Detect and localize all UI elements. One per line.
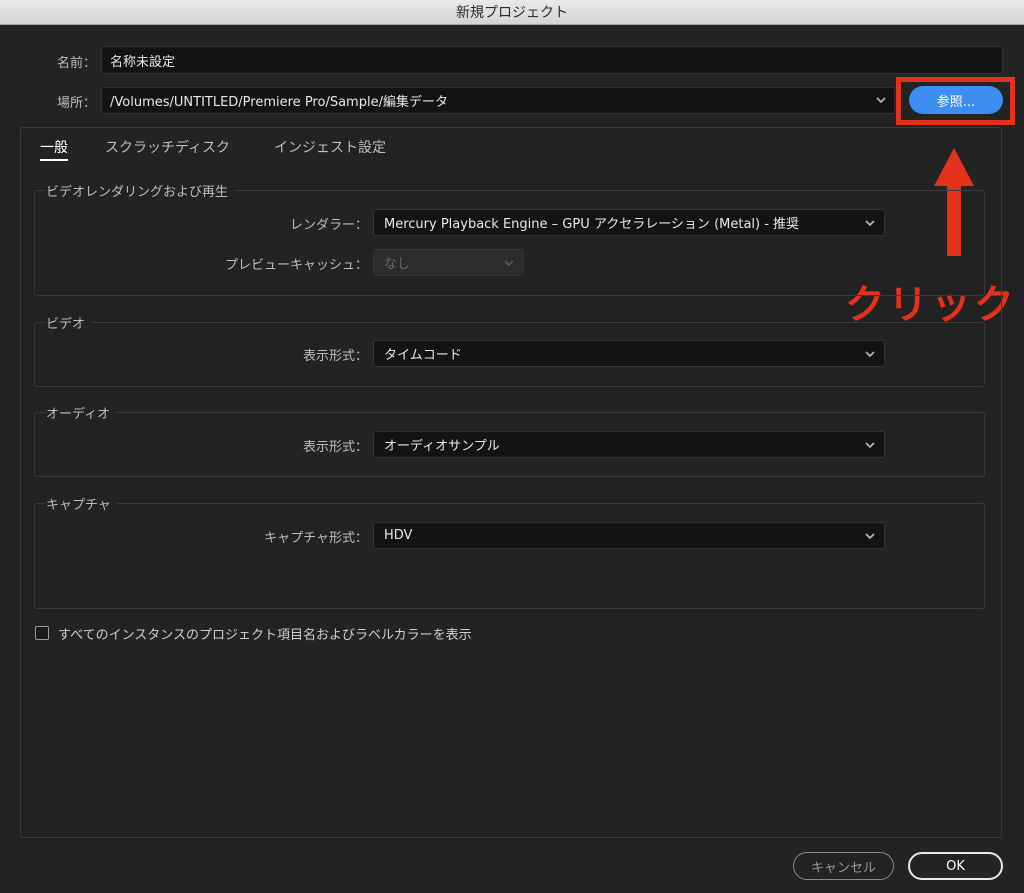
chevron-down-icon <box>865 350 875 357</box>
cancel-button-label: キャンセル <box>810 860 876 876</box>
browse-button[interactable]: 参照... <box>909 86 1003 114</box>
group-capture <box>34 503 985 609</box>
group-audio-title: オーディオ <box>46 403 117 422</box>
chevron-down-icon <box>865 532 875 539</box>
group-video-title: ビデオ <box>46 313 92 332</box>
cancel-button[interactable]: キャンセル <box>793 852 894 880</box>
browse-button-label: 参照... <box>936 94 976 110</box>
chevron-down-icon <box>865 441 875 448</box>
video-display-format-select[interactable]: タイムコード <box>373 340 885 367</box>
show-labels-label[interactable]: すべてのインスタンスのプロジェクト項目名およびラベルカラーを表示 <box>58 624 472 643</box>
audio-display-format-select[interactable]: オーディオサンプル <box>373 431 885 458</box>
capture-format-value: HDV <box>384 528 413 543</box>
video-display-format-label: 表示形式： <box>302 349 368 364</box>
active-tab-indicator <box>40 159 68 161</box>
group-render <box>34 190 985 296</box>
location-select[interactable]: /Volumes/UNTITLED/Premiere Pro/Sample/編集… <box>101 87 895 114</box>
renderer-value: Mercury Playback Engine – GPU アクセラレーション … <box>384 217 800 232</box>
tab-general[interactable]: 一般 <box>40 137 68 157</box>
group-render-title: ビデオレンダリングおよび再生 <box>46 181 235 200</box>
project-name-value: 名称未設定 <box>110 54 176 70</box>
location-value: /Volumes/UNTITLED/Premiere Pro/Sample/編集… <box>110 95 448 110</box>
window-titlebar: 新規プロジェクト <box>0 0 1024 25</box>
chevron-down-icon <box>504 259 514 266</box>
location-label: 場所： <box>56 96 96 111</box>
chevron-down-icon <box>865 219 875 226</box>
name-label: 名前： <box>56 56 96 71</box>
group-capture-title: キャプチャ <box>46 494 117 513</box>
renderer-select[interactable]: Mercury Playback Engine – GPU アクセラレーション … <box>373 209 885 236</box>
chevron-down-icon[interactable] <box>875 94 887 106</box>
tab-scratch-disks[interactable]: スクラッチディスク <box>105 137 230 157</box>
preview-cache-select: なし <box>373 249 524 276</box>
audio-display-format-label: 表示形式： <box>302 440 368 455</box>
project-name-input[interactable]: 名称未設定 <box>101 46 1003 74</box>
ok-button-label: OK <box>946 858 965 874</box>
video-display-format-value: タイムコード <box>384 348 462 363</box>
window-title: 新規プロジェクト <box>456 5 568 21</box>
ok-button[interactable]: OK <box>908 852 1003 880</box>
capture-format-label: キャプチャ形式： <box>264 531 368 546</box>
preview-cache-value: なし <box>384 257 411 272</box>
show-labels-checkbox[interactable] <box>35 626 49 640</box>
capture-format-select[interactable]: HDV <box>373 522 885 549</box>
tab-ingest-settings[interactable]: インジェスト設定 <box>274 137 386 157</box>
preview-cache-label: プレビューキャッシュ： <box>224 258 368 273</box>
renderer-label: レンダラー： <box>289 218 368 233</box>
audio-display-format-value: オーディオサンプル <box>384 439 500 454</box>
